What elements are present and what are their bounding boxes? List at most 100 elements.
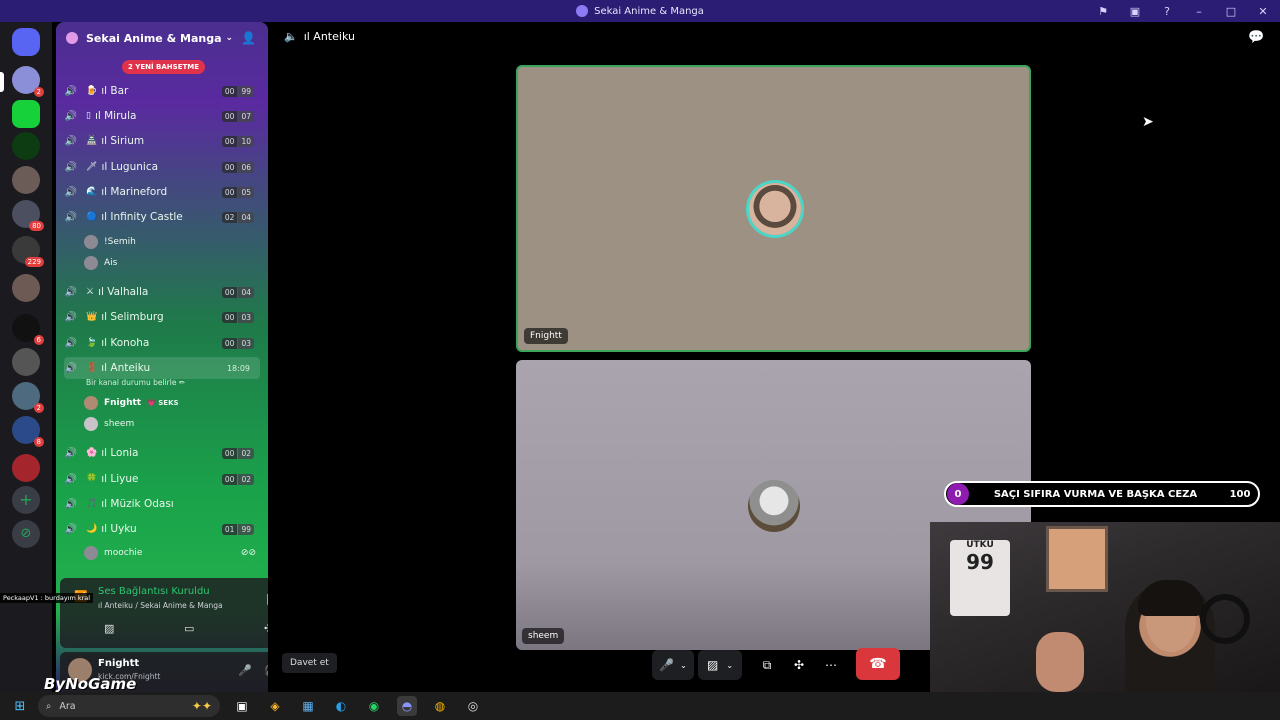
channel-name: ıl Konoha [101,337,150,349]
help-icon[interactable]: ? [1158,5,1176,18]
voice-channel-header: 🔈 ıl Anteiku [284,30,355,43]
voice-channel-konoha[interactable]: 🔊 🍃 ıl Konoha 00 03 [64,332,260,354]
server-icon-kick[interactable] [12,100,40,128]
camera-toggle-button[interactable]: ▨ ⌄ [698,650,742,680]
voice-status-title[interactable]: Ses Bağlantısı Kuruldu [98,586,210,597]
channel-emoji: 🍃 [86,338,98,348]
voice-connection-panel: 📶 Ses Bağlantısı Kuruldu ıl Anteiku / Se… [60,578,268,648]
activities-icon: ✣ [793,658,805,672]
voice-channel-infinity-castle[interactable]: 🔊 🔵 ıl Infinity Castle 02 04 [64,206,260,228]
speaker-icon: 🔈 [284,30,298,43]
channel-title: ıl Anteiku [303,30,355,43]
voice-channel-sirium[interactable]: 🔊 🏯 ıl Sirium 00 10 [64,130,260,152]
disconnect-button[interactable]: ☎ [856,648,900,680]
task-view-icon[interactable]: ▣ [232,696,252,716]
microphone-icon[interactable]: 🎤 [238,664,252,677]
bynogame-watermark: ByNoGame [44,675,137,693]
flag-icon[interactable]: ⚑ [1094,5,1112,18]
activities-button[interactable]: ✣ [788,650,810,680]
user-limit-badge: 00 03 [221,311,254,323]
hand [1036,632,1084,692]
user-limit-badge: 02 04 [221,211,254,223]
voice-channel-anteiku[interactable]: 🔊 🚪 ıl Anteiku 18:09 [64,357,260,379]
server-folder-1[interactable]: 80 [12,200,44,231]
activities-icon[interactable]: ✣ [264,622,268,635]
edge-icon[interactable]: ◐ [331,696,351,716]
window-titlebar: Sekai Anime & Manga ⚑ ▣ ? – □ ✕ [0,0,1280,22]
screen-share-button[interactable]: ⧉ [756,650,778,680]
server-folder-x[interactable]: 6 [12,314,44,345]
voice-channel-lugunica[interactable]: 🔊 🗡 ıl Lugunica 00 06 [64,156,260,178]
speaker-icon: 🔊 [64,286,78,298]
speaker-icon: 🔊 [64,498,78,510]
stream-chat-overlay: PeckaapV1 : burdayım kral [0,593,94,603]
noise-suppression-icon[interactable]: ||| [266,592,268,605]
stream-goal-bar: 0 SAÇI SIFIRA VURMA VE BAŞKA CEZA 100 [944,481,1260,507]
add-server-icon[interactable]: + [12,486,40,514]
speaker-icon: 🔊 [64,186,78,198]
voice-member[interactable]: Fnightt 💗 SEKS [84,394,179,412]
server-icon-red[interactable] [12,454,40,482]
chrome-icon[interactable]: ◍ [430,696,450,716]
user-limit-badge: 00 07 [221,110,254,122]
voice-channel-selimburg[interactable]: 🔊 👑 ıl Selimburg 00 03 [64,306,260,328]
taskbar-search[interactable]: ⌕ Ara ✦✦ [38,695,220,717]
whatsapp-icon[interactable]: ◉ [364,696,384,716]
voice-member[interactable]: moochie ⊘⊘ [84,544,256,562]
speaker-icon: 🔊 [64,447,78,459]
user-limit-badge: 00 02 [221,473,254,485]
voice-channel-marineford[interactable]: 🔊 🌊 ıl Marineford 00 05 [64,181,260,203]
discord-taskbar-icon[interactable]: ◓ [397,696,417,716]
voice-channel-muzik-odasi[interactable]: 🔊 🎵 ıl Müzik Odası [64,493,260,515]
server-folder-5[interactable]: 8 [12,416,44,447]
speaker-icon: 🔊 [64,161,78,173]
new-mentions-pill[interactable]: 2 YENİ BAHSETME [122,60,206,74]
copilot-icon[interactable]: ◈ [265,696,285,716]
headphones-icon[interactable]: 🎧 [264,664,268,677]
voice-channel-valhalla[interactable]: 🔊 ⚔ ıl Valhalla 00 04 [64,281,260,303]
voice-status-subtitle[interactable]: ıl Anteiku / Sekai Anime & Manga [98,601,223,610]
voice-channel-bar[interactable]: 🔊 🍺 ıl Bar 00 99 [64,80,260,102]
voice-channel-uyku[interactable]: 🔊 🌙 ıl Uyku 01 99 [64,518,260,540]
channel-emoji: 🌙 [86,524,98,534]
chat-bubble-icon[interactable]: 💬 [1248,30,1264,45]
more-options-button[interactable]: ⋯ [820,650,842,680]
username[interactable]: Fnightt [98,658,139,669]
goal-target: 100 [1229,488,1251,500]
streamer-hair [1138,580,1204,616]
inbox-icon[interactable]: ▣ [1126,5,1144,18]
minimize-button[interactable]: – [1190,5,1208,18]
channel-status-setter[interactable]: Bir kanal durumu belirle ✏ [86,378,185,387]
voice-channel-lonia[interactable]: 🔊 🌸 ıl Lonia 00 02 [64,442,260,464]
store-icon[interactable]: ▦ [298,696,318,716]
mute-button[interactable]: 🎤 ⌄ [652,650,694,680]
member-name: Ais [104,258,118,268]
voice-member[interactable]: !Semih [84,233,136,251]
search-label: Ara [59,700,76,712]
server-icon-avatar[interactable] [12,166,40,194]
server-icon-matrix[interactable] [12,132,40,160]
jersey-on-wall: UTKU 99 [950,540,1010,616]
camera-icon[interactable]: ▨ [104,622,114,635]
server-icon-dark[interactable] [12,348,40,376]
voice-member[interactable]: sheem [84,415,134,433]
server-folder-2[interactable]: 229 [12,236,44,267]
server-folder-3[interactable] [12,274,40,302]
server-header[interactable]: Sekai Anime & Manga ⌄ 👤 [56,22,268,54]
explore-servers-icon[interactable]: ⊘ [12,520,40,548]
voice-channel-mirula[interactable]: 🔊 ▯ ıl Mirula 00 07 [64,105,260,127]
voice-channel-liyue[interactable]: 🔊 🍀 ıl Liyue 00 02 [64,468,260,490]
invite-button[interactable]: Davet et [282,653,337,673]
channel-emoji: 🚪 [86,363,98,373]
participant-tile-fnightt[interactable]: Fnightt [516,65,1031,352]
maximize-button[interactable]: □ [1222,5,1240,18]
windows-start-icon[interactable]: ⊞ [8,699,32,714]
server-folder-4[interactable]: 2 [12,382,44,413]
server-icon-sekai[interactable]: 2 [12,66,44,97]
discord-home-icon[interactable] [12,28,40,56]
obs-icon[interactable]: ◎ [463,696,483,716]
voice-member[interactable]: Ais [84,254,117,272]
add-member-icon[interactable]: 👤 [241,31,256,45]
screen-share-icon[interactable]: ▭ [184,622,194,635]
close-button[interactable]: ✕ [1254,5,1272,18]
